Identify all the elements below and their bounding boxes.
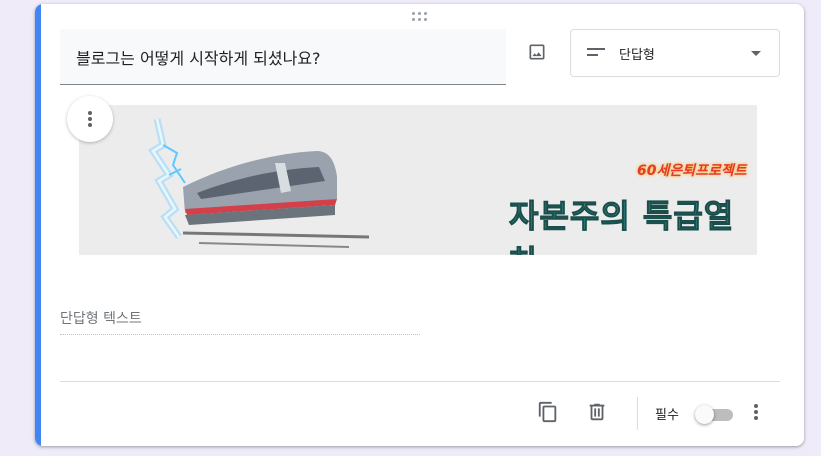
image-options-button[interactable] (67, 96, 113, 142)
required-label: 필수 (655, 408, 679, 423)
dropdown-caret-icon (751, 51, 761, 56)
train-icon (182, 151, 370, 248)
short-answer-icon (587, 47, 605, 59)
footer-divider (60, 381, 780, 382)
short-answer-placeholder: 단답형 텍스트 (60, 311, 142, 327)
lightning-icon (148, 118, 186, 240)
short-answer-field: 단답형 텍스트 (60, 308, 420, 335)
required-toggle[interactable] (695, 405, 733, 424)
more-vert-icon (88, 111, 92, 127)
question-title-text: 블로그는 어떻게 시작하게 되셨나요? (76, 48, 321, 68)
duplicate-button[interactable] (535, 399, 561, 425)
more-options-button[interactable] (748, 401, 764, 423)
question-image: 60세은퇴프로젝트 자본주의 특급열차 (79, 105, 757, 255)
toggle-thumb (695, 405, 714, 424)
question-type-dropdown[interactable]: 단답형 (570, 29, 780, 77)
banner-tagline: 60세은퇴프로젝트 (637, 163, 747, 179)
image-icon (529, 44, 545, 60)
drag-handle-icon[interactable] (412, 12, 428, 22)
add-image-button[interactable] (523, 38, 551, 66)
question-card[interactable]: 블로그는 어떻게 시작하게 되셨나요? 단답형 60세은퇴프로젝트 자본주의 특… (35, 4, 804, 446)
trash-icon (589, 403, 605, 421)
copy-icon (538, 401, 557, 423)
footer-separator (637, 397, 638, 430)
delete-button[interactable] (584, 399, 610, 425)
question-type-label: 단답형 (619, 48, 655, 63)
banner-title: 자본주의 특급열차 (509, 197, 735, 256)
active-card-indicator (35, 4, 41, 446)
question-title-input[interactable]: 블로그는 어떻게 시작하게 되셨나요? (60, 29, 506, 85)
more-vert-icon (754, 404, 758, 420)
